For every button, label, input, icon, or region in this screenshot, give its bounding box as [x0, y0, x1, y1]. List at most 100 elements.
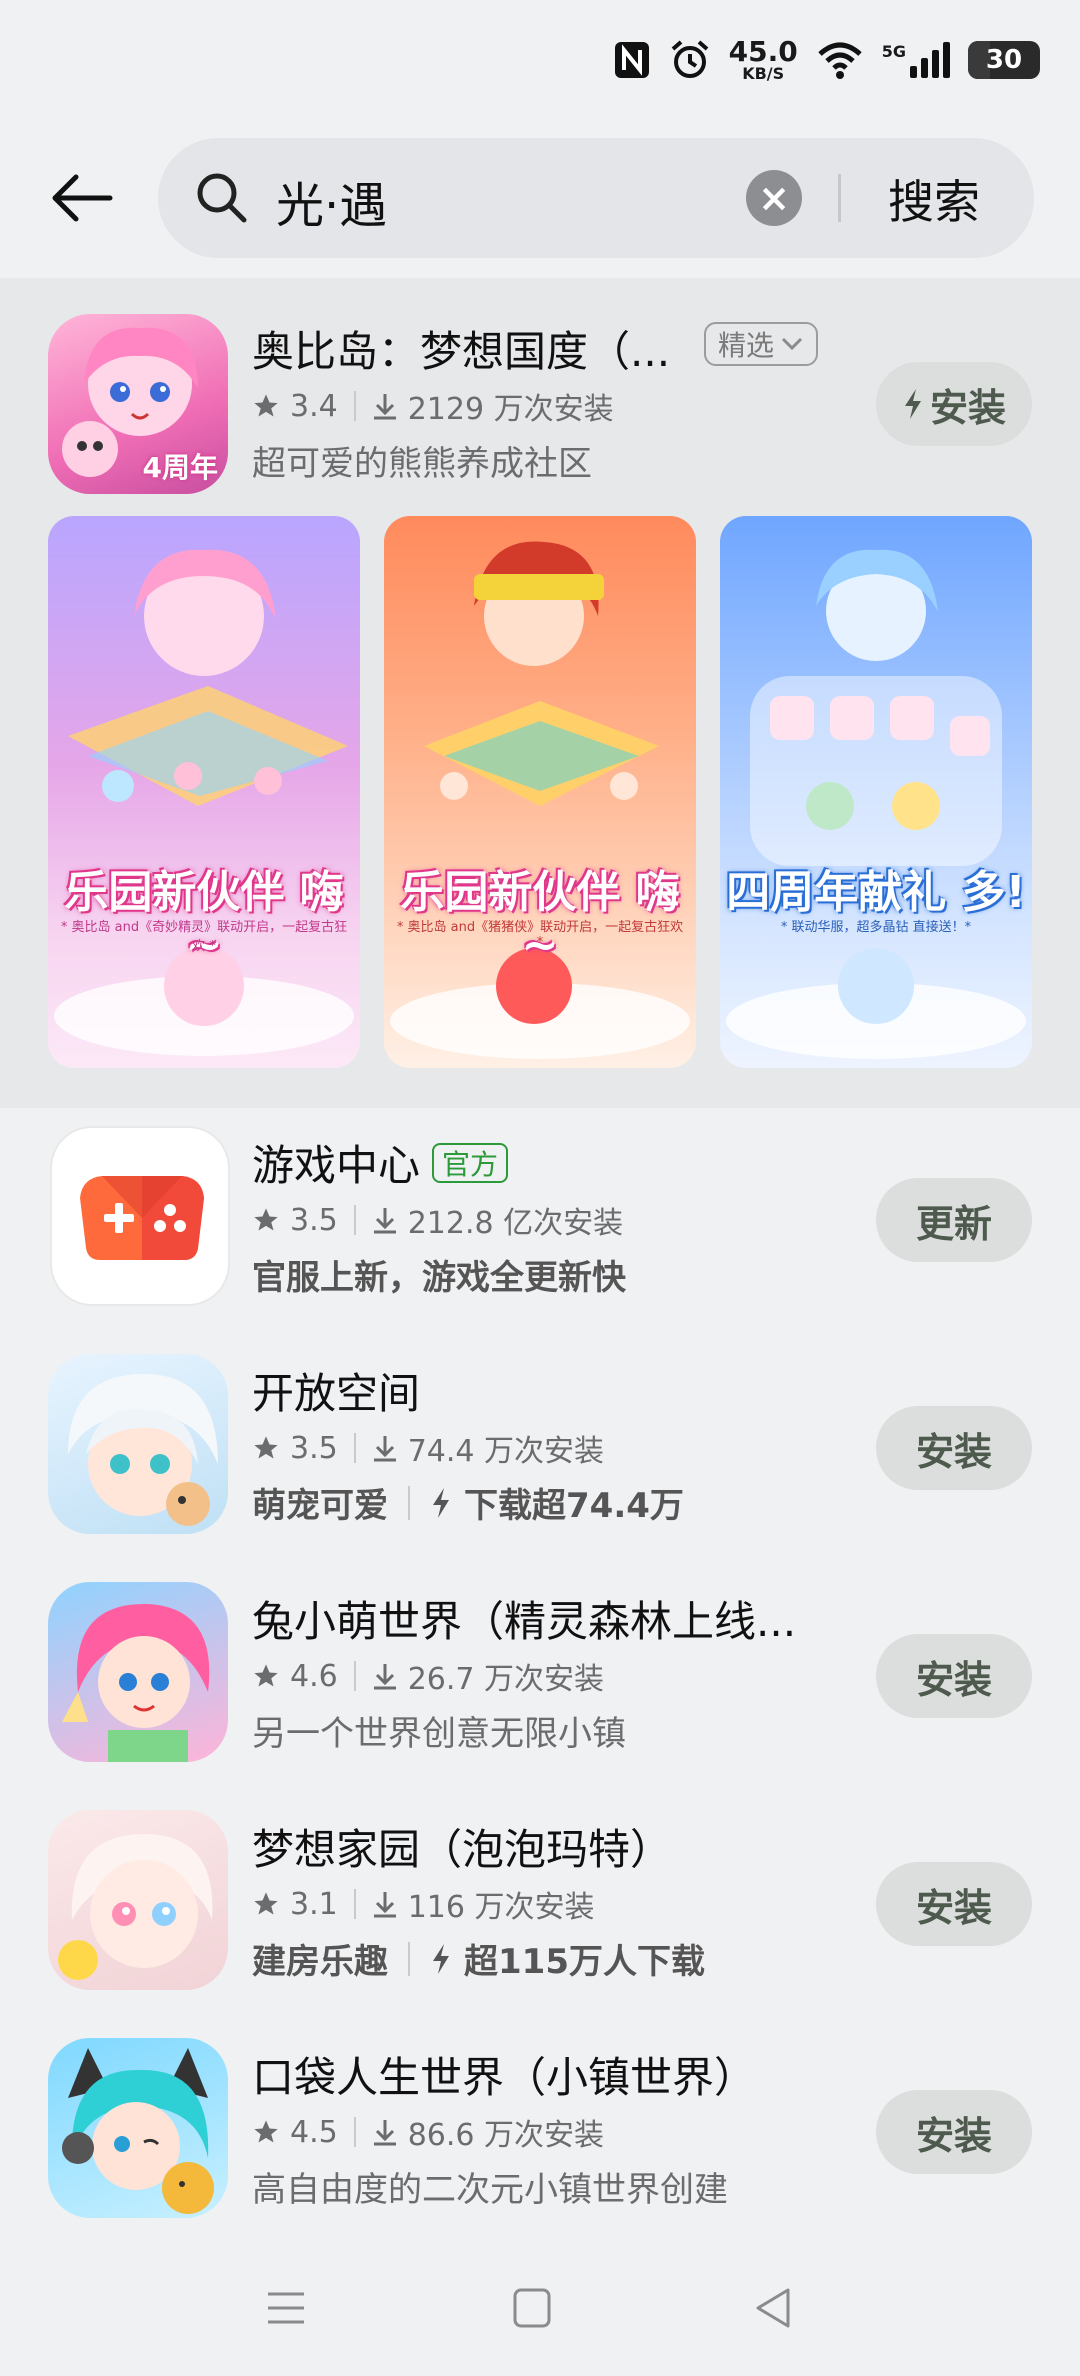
featured-tag-dropdown[interactable]: 精选 — [704, 322, 819, 366]
list-item-game-center[interactable]: 游戏中心 官方 3.5 212.8 亿次安装 官服上新，游戏全更新快 更新 — [0, 1118, 1080, 1338]
screenshot-3-title: 四周年献礼 多! — [726, 867, 1026, 918]
wifi-icon — [818, 42, 862, 79]
pocket-life-description: 高自由度的二次元小镇世界创建 — [252, 2170, 728, 2210]
dream-home-description: 建房乐趣 超115万人下载 — [252, 1934, 705, 1983]
menu-icon[interactable] — [266, 2288, 306, 2328]
update-button[interactable]: 更新 — [876, 1178, 1032, 1262]
rabbit-world-name: 兔小萌世界（精灵森林上线... — [252, 1597, 797, 1646]
home-icon[interactable] — [512, 2286, 552, 2330]
featured-rating: 3.4 — [290, 388, 338, 424]
pocket-life-rating: 4.5 — [290, 2114, 338, 2150]
open-space-meta: 3.5 74.4 万次安装 — [252, 1426, 604, 1470]
download-icon — [373, 394, 396, 420]
game-scene-illustration — [726, 549, 1026, 1059]
screenshot-1[interactable]: 乐园新伙伴 嗨~ * 奥比岛 and《奇妙精灵》联动开启，一起复古狂欢 * — [48, 516, 360, 1068]
search-icon — [197, 173, 247, 223]
download-icon — [373, 1208, 396, 1234]
screenshot-2-title: 乐园新伙伴 嗨~ — [400, 867, 680, 971]
network-type: 5G — [881, 42, 906, 61]
net-speed-unit: KB/S — [742, 64, 785, 83]
search-header: 光·遇 × 搜索 — [0, 138, 1080, 258]
rabbit-world-app-icon[interactable] — [48, 1582, 228, 1762]
search-divider — [838, 174, 841, 222]
dream-home-meta: 3.1 116 万次安装 — [252, 1882, 595, 1926]
search-button[interactable]: 搜索 — [888, 166, 980, 232]
star-icon — [254, 1892, 278, 1915]
back-triangle-icon[interactable] — [752, 2286, 796, 2330]
featured-install-label: 安装 — [929, 385, 1006, 430]
list-item-open-space[interactable]: 开放空间 3.5 74.4 万次安装 萌宠可爱 下载超74.4万 安装 — [0, 1346, 1080, 1566]
featured-app-icon[interactable]: 4周年 — [48, 314, 228, 494]
list-item-dream-home[interactable]: 梦想家园（泡泡玛特） 3.1 116 万次安装 建房乐趣 超115万人下载 安装 — [0, 1802, 1080, 2022]
install-button[interactable]: 安装 — [876, 1406, 1032, 1490]
rabbit-world-installs: 26.7 万次安装 — [407, 1662, 605, 1697]
download-icon — [373, 1664, 396, 1690]
lightning-icon — [433, 1487, 449, 1518]
install-button-label: 安装 — [915, 1429, 992, 1474]
battery-level: 30 — [985, 45, 1023, 75]
search-box[interactable]: 光·遇 × 搜索 — [158, 138, 1034, 258]
clear-search-button[interactable]: × — [746, 170, 802, 226]
battery-icon: 30 — [968, 41, 1040, 79]
featured-installs: 2129 万次安装 — [407, 392, 614, 427]
featured-tag-label: 精选 — [718, 329, 775, 362]
game-center-description: 官服上新，游戏全更新快 — [252, 1258, 626, 1298]
rabbit-world-meta: 4.6 26.7 万次安装 — [252, 1654, 604, 1698]
official-badge: 官方 — [432, 1142, 509, 1183]
pocket-life-name: 口袋人生世界（小镇世界） — [252, 2053, 757, 2102]
list-item-rabbit-world[interactable]: 兔小萌世界（精灵森林上线... 4.6 26.7 万次安装 另一个世界创意无限小… — [0, 1574, 1080, 1794]
rabbit-world-rating: 4.6 — [290, 1658, 338, 1694]
open-space-tagline: 萌宠可爱 — [252, 1486, 388, 1526]
open-space-app-icon[interactable] — [48, 1354, 228, 1534]
back-button[interactable] — [50, 168, 114, 228]
game-center-name: 游戏中心 — [252, 1141, 421, 1190]
status-bar: 45.0 KB/S 5G 30 — [0, 0, 1080, 120]
open-space-download-stat: 下载超74.4万 — [464, 1486, 684, 1526]
back-arrow-icon — [52, 174, 113, 222]
install-button-label: 安装 — [915, 1657, 992, 1702]
game-scene-illustration — [390, 541, 690, 1059]
pocket-life-installs: 86.6 万次安装 — [407, 2118, 605, 2153]
character-illustration — [58, 1834, 213, 1980]
game-center-meta: 3.5 212.8 亿次安装 — [252, 1198, 623, 1242]
screenshot-3[interactable]: 四周年献礼 多! * 联动华服，超多晶钻 直接送！* — [720, 516, 1032, 1068]
star-icon — [254, 1208, 278, 1231]
star-icon — [254, 394, 278, 417]
pocket-life-app-icon[interactable] — [48, 2038, 228, 2218]
dream-home-tagline: 建房乐趣 — [252, 1942, 388, 1982]
install-button[interactable]: 安装 — [876, 1634, 1032, 1718]
lightning-icon — [904, 389, 921, 419]
dream-home-app-icon[interactable] — [48, 1810, 228, 1990]
lightning-icon — [433, 1943, 449, 1974]
list-item-pocket-life[interactable]: 口袋人生世界（小镇世界） 4.5 86.6 万次安装 高自由度的二次元小镇世界创… — [0, 2030, 1080, 2250]
net-speed-value: 45.0 — [728, 35, 798, 68]
clear-icon: × — [758, 176, 790, 220]
screenshot-1-caption: * 奥比岛 and《奇妙精灵》联动开启，一起复古狂欢 * — [60, 920, 348, 954]
screenshot-2[interactable]: 乐园新伙伴 嗨~ * 奥比岛 and《猪猪侠》联动开启，一起复古狂欢 * — [384, 516, 696, 1068]
featured-install-button[interactable]: 安装 — [876, 362, 1032, 446]
download-icon — [373, 2120, 396, 2146]
install-button-label: 安装 — [915, 2113, 992, 2158]
game-center-installs: 212.8 亿次安装 — [407, 1206, 624, 1241]
open-space-rating: 3.5 — [290, 1430, 338, 1466]
dream-home-download-stat: 超115万人下载 — [464, 1942, 705, 1982]
screenshot-3-caption: * 联动华服，超多晶钻 直接送！* — [780, 920, 972, 935]
screenshot-carousel[interactable]: 乐园新伙伴 嗨~ * 奥比岛 and《奇妙精灵》联动开启，一起复古狂欢 * 乐园… — [48, 516, 1032, 1068]
dream-home-rating: 3.1 — [290, 1886, 338, 1922]
game-center-app-icon[interactable] — [50, 1126, 230, 1306]
install-button[interactable]: 安装 — [876, 1862, 1032, 1946]
pocket-life-meta: 4.5 86.6 万次安装 — [252, 2110, 604, 2154]
screenshot-2-caption: * 奥比岛 and《猪猪侠》联动开启，一起复古狂欢 * — [396, 920, 684, 950]
dream-home-name: 梦想家园（泡泡玛特） — [252, 1825, 673, 1874]
search-input[interactable]: 光·遇 — [276, 166, 387, 236]
system-nav-bar — [0, 2260, 1080, 2360]
update-button-label: 更新 — [915, 1201, 992, 1246]
chevron-down-icon — [781, 337, 803, 351]
featured-app-name: 奥比岛：梦想国度（... — [252, 327, 671, 376]
character-illustration — [68, 1374, 218, 1526]
game-scene-illustration — [54, 549, 354, 1056]
download-icon — [373, 1436, 396, 1462]
install-button[interactable]: 安装 — [876, 2090, 1032, 2174]
featured-app-card[interactable]: 4周年 奥比岛：梦想国度（... 精选 3.4 2129 万次安装 超可爱的熊熊… — [0, 278, 1080, 1108]
anniversary-badge: 4周年 — [142, 451, 218, 484]
